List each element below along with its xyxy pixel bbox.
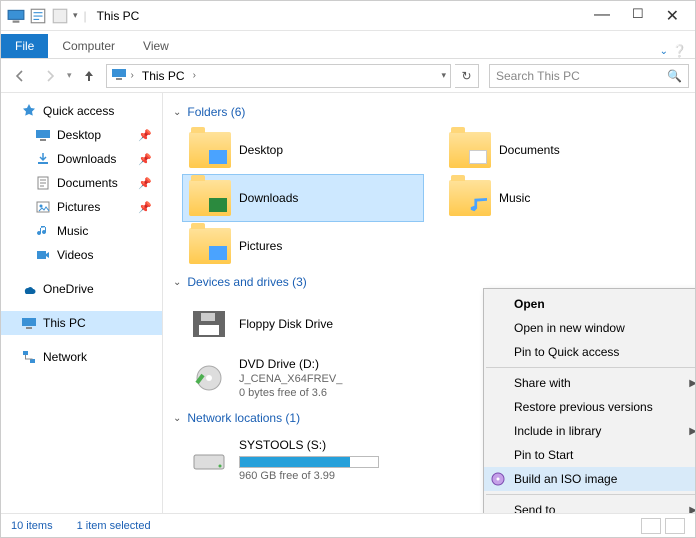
pc-icon [111, 66, 127, 85]
chevron-down-icon: ⌄ [173, 107, 181, 118]
usage-bar [239, 456, 379, 468]
pin-icon: 📌 [138, 129, 152, 142]
forward-button[interactable] [37, 63, 63, 89]
menu-build-iso[interactable]: Build an ISO image [484, 467, 695, 491]
folder-pictures[interactable]: Pictures [183, 223, 423, 269]
navigation-pane: Quick access Desktop📌 Downloads📌 Documen… [1, 93, 163, 513]
tab-computer[interactable]: Computer [48, 34, 129, 58]
group-folders[interactable]: ⌄ Folders (6) [173, 105, 695, 119]
properties-icon[interactable] [29, 7, 47, 25]
status-bar: 10 items 1 item selected [1, 513, 695, 537]
star-icon [21, 103, 37, 119]
address-bar[interactable]: › This PC › ▾ [106, 64, 451, 88]
sidebar-item-pictures[interactable]: Pictures📌 [1, 195, 162, 219]
chevron-down-icon: ⌄ [173, 277, 181, 288]
menu-include-library[interactable]: Include in library▶ [484, 419, 695, 443]
menu-pin-quick-access[interactable]: Pin to Quick access [484, 340, 695, 364]
sidebar-item-downloads[interactable]: Downloads📌 [1, 147, 162, 171]
pin-icon: 📌 [138, 177, 152, 190]
status-selection: 1 item selected [77, 520, 151, 532]
hdd-icon [189, 443, 229, 477]
breadcrumb-chevron-icon[interactable]: › [131, 70, 134, 81]
menu-send-to[interactable]: Send to▶ [484, 498, 695, 513]
pc-icon [21, 315, 37, 331]
ribbon-collapse[interactable]: ⌄ ❔ [660, 44, 695, 58]
desktop-icon [35, 127, 51, 143]
submenu-arrow-icon: ▶ [689, 378, 695, 389]
music-icon [35, 223, 51, 239]
sidebar-item-music[interactable]: Music [1, 219, 162, 243]
folder-desktop[interactable]: Desktop [183, 127, 423, 173]
sidebar-network[interactable]: Network [1, 345, 162, 369]
submenu-arrow-icon: ▶ [689, 426, 695, 437]
separator: | [84, 9, 87, 23]
view-details-button[interactable] [641, 518, 661, 534]
content-pane: ⌄ Folders (6) Desktop Documents Download… [163, 93, 695, 513]
qat-dropdown-icon[interactable] [51, 7, 69, 25]
pin-icon: 📌 [138, 201, 152, 214]
folder-music[interactable]: Music [443, 175, 683, 221]
group-devices[interactable]: ⌄ Devices and drives (3) [173, 275, 695, 289]
document-icon [35, 175, 51, 191]
navigation-row: ▾ › This PC › ▾ ↻ Search This PC 🔍 [1, 59, 695, 93]
up-button[interactable] [76, 63, 102, 89]
dvd-icon [189, 361, 229, 395]
pc-icon [7, 7, 25, 25]
search-icon: 🔍 [667, 69, 682, 83]
download-icon [35, 151, 51, 167]
recent-dropdown-icon[interactable]: ▾ [67, 70, 72, 81]
view-icons-button[interactable] [665, 518, 685, 534]
breadcrumb-this-pc[interactable]: This PC [138, 67, 189, 85]
chevron-down-icon: ⌄ [660, 46, 668, 57]
submenu-arrow-icon: ▶ [689, 505, 695, 514]
search-placeholder: Search This PC [496, 69, 580, 83]
ribbon-tabs: File Computer View ⌄ ❔ [1, 31, 695, 59]
window-title: This PC [97, 9, 140, 23]
window-controls: — ☐ ✕ [594, 6, 693, 26]
close-button[interactable]: ✕ [666, 6, 679, 26]
sidebar-item-documents[interactable]: Documents📌 [1, 171, 162, 195]
address-dropdown-icon[interactable]: ▾ [441, 70, 446, 81]
back-button[interactable] [7, 63, 33, 89]
menu-pin-start[interactable]: Pin to Start [484, 443, 695, 467]
folder-downloads[interactable]: Downloads [183, 175, 423, 221]
floppy-icon [189, 307, 229, 341]
titlebar: ▾ | This PC — ☐ ✕ [1, 1, 695, 31]
sidebar-onedrive[interactable]: OneDrive [1, 277, 162, 301]
tab-view[interactable]: View [129, 34, 183, 58]
network-icon [21, 349, 37, 365]
sidebar-label: Quick access [43, 104, 114, 118]
context-menu: Open Open in new window Pin to Quick acc… [483, 288, 695, 513]
breadcrumb-chevron-icon[interactable]: › [193, 70, 196, 81]
sidebar-item-desktop[interactable]: Desktop📌 [1, 123, 162, 147]
iso-icon [490, 471, 506, 487]
chevron-down-icon: ⌄ [173, 413, 181, 424]
quick-access-toolbar: ▾ | [3, 7, 89, 25]
pin-icon: 📌 [138, 153, 152, 166]
sidebar-quick-access[interactable]: Quick access [1, 99, 162, 123]
folder-documents[interactable]: Documents [443, 127, 683, 173]
pictures-icon [35, 199, 51, 215]
search-input[interactable]: Search This PC 🔍 [489, 64, 689, 88]
onedrive-icon [21, 281, 37, 297]
help-icon[interactable]: ❔ [672, 44, 687, 58]
sidebar-item-videos[interactable]: Videos [1, 243, 162, 267]
video-icon [35, 247, 51, 263]
menu-share-with[interactable]: Share with▶ [484, 371, 695, 395]
menu-open[interactable]: Open [484, 292, 695, 316]
menu-open-new-window[interactable]: Open in new window [484, 316, 695, 340]
menu-restore-previous[interactable]: Restore previous versions [484, 395, 695, 419]
maximize-button[interactable]: ☐ [632, 6, 644, 26]
minimize-button[interactable]: — [594, 6, 610, 26]
tab-file[interactable]: File [1, 34, 48, 58]
sidebar-this-pc[interactable]: This PC [1, 311, 162, 335]
status-item-count: 10 items [11, 520, 53, 532]
qat-overflow-icon[interactable]: ▾ [73, 10, 78, 21]
refresh-button[interactable]: ↻ [455, 64, 479, 88]
